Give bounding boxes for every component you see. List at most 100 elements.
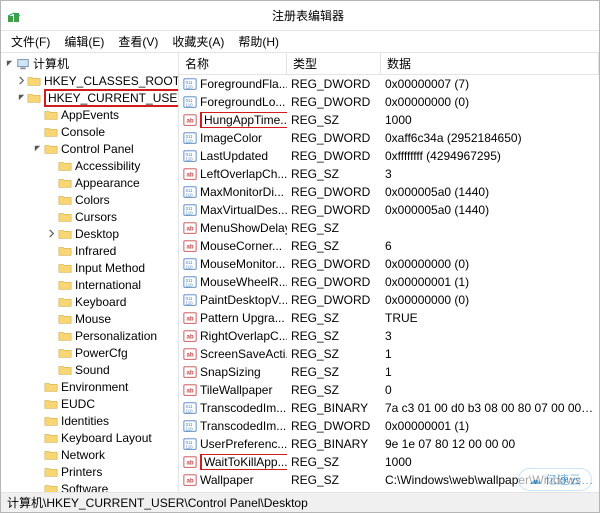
list-row[interactable]: 011110MouseMonitor...REG_DWORD0x00000000…: [179, 255, 599, 273]
chevron-right-icon[interactable]: [31, 126, 43, 138]
tree-item[interactable]: International: [45, 276, 178, 293]
list-row[interactable]: abTileWallpaperREG_SZ0: [179, 381, 599, 399]
tree-item[interactable]: Console: [31, 123, 178, 140]
list-row[interactable]: 011110TranscodedIm...REG_BINARY7a c3 01 …: [179, 399, 599, 417]
list-row[interactable]: abMenuShowDelayREG_SZ: [179, 219, 599, 237]
list-header[interactable]: 名称 类型 数据: [179, 53, 599, 75]
svg-text:ab: ab: [187, 370, 194, 377]
menu-item[interactable]: 编辑(E): [58, 31, 110, 52]
tree-item[interactable]: Environment: [31, 378, 178, 395]
tree-item[interactable]: Cursors: [45, 208, 178, 225]
chevron-right-icon[interactable]: [45, 262, 57, 274]
chevron-right-icon[interactable]: [31, 381, 43, 393]
chevron-right-icon[interactable]: [45, 160, 57, 172]
list-row[interactable]: 011110TranscodedIm...REG_DWORD0x00000001…: [179, 417, 599, 435]
list-row[interactable]: 011110UserPreferenc...REG_BINARY9e 1e 07…: [179, 435, 599, 453]
tree-label: Control Panel: [61, 142, 134, 156]
menu-item[interactable]: 文件(F): [5, 31, 56, 52]
chevron-right-icon[interactable]: [45, 347, 57, 359]
tree-label: Network: [61, 448, 105, 462]
chevron-right-icon[interactable]: [45, 296, 57, 308]
list-row[interactable]: abLeftOverlapCh...REG_SZ3: [179, 165, 599, 183]
chevron-right-icon[interactable]: [45, 228, 57, 240]
chevron-right-icon[interactable]: [45, 279, 57, 291]
chevron-down-icon[interactable]: [31, 143, 43, 155]
col-header-name[interactable]: 名称: [179, 53, 287, 74]
tree-item[interactable]: Keyboard: [45, 293, 178, 310]
tree-item[interactable]: Keyboard Layout: [31, 429, 178, 446]
chevron-right-icon[interactable]: [31, 483, 43, 493]
tree-item[interactable]: Input Method: [45, 259, 178, 276]
value-type: REG_SZ: [287, 329, 381, 343]
folder-icon: [44, 482, 58, 493]
list-row[interactable]: abScreenSaveActi...REG_SZ1: [179, 345, 599, 363]
chevron-right-icon[interactable]: [17, 75, 26, 87]
tree-item[interactable]: AppEvents: [31, 106, 178, 123]
tree-item[interactable]: Sound: [45, 361, 178, 378]
list-row[interactable]: abSnapSizingREG_SZ1: [179, 363, 599, 381]
tree-item[interactable]: Printers: [31, 463, 178, 480]
string-value-icon: ab: [183, 221, 197, 235]
value-type: REG_DWORD: [287, 275, 381, 289]
menu-item[interactable]: 收藏夹(A): [166, 31, 230, 52]
tree-item[interactable]: Appearance: [45, 174, 178, 191]
titlebar[interactable]: 注册表编辑器: [1, 1, 599, 31]
chevron-right-icon[interactable]: [31, 109, 43, 121]
tree-item[interactable]: Mouse: [45, 310, 178, 327]
tree-item[interactable]: Personalization: [45, 327, 178, 344]
tree-panel[interactable]: 计算机HKEY_CLASSES_ROOTHKEY_CURRENT_USERApp…: [1, 53, 179, 492]
chevron-right-icon[interactable]: [45, 330, 57, 342]
list-row[interactable]: 011110ForegroundLo...REG_DWORD0x00000000…: [179, 93, 599, 111]
svg-text:ab: ab: [187, 244, 194, 251]
chevron-down-icon[interactable]: [3, 58, 15, 70]
tree-item[interactable]: Software: [31, 480, 178, 492]
list-row[interactable]: 011110ForegroundFla...REG_DWORD0x0000000…: [179, 75, 599, 93]
chevron-right-icon[interactable]: [45, 245, 57, 257]
col-header-data[interactable]: 数据: [381, 53, 599, 74]
tree-item[interactable]: Identities: [31, 412, 178, 429]
chevron-right-icon[interactable]: [45, 194, 57, 206]
value-name: PaintDesktopV...: [200, 293, 287, 307]
list-row[interactable]: 011110LastUpdatedREG_DWORD0xffffffff (42…: [179, 147, 599, 165]
col-header-type[interactable]: 类型: [287, 53, 381, 74]
list-row[interactable]: abRightOverlapC...REG_SZ3: [179, 327, 599, 345]
list-row[interactable]: 011110MouseWheelR...REG_DWORD0x00000001 …: [179, 273, 599, 291]
string-value-icon: ab: [183, 473, 197, 487]
list-row[interactable]: 011110PaintDesktopV...REG_DWORD0x0000000…: [179, 291, 599, 309]
list-row[interactable]: abPattern Upgra...REG_SZTRUE: [179, 309, 599, 327]
chevron-right-icon[interactable]: [45, 177, 57, 189]
tree-item[interactable]: EUDC: [31, 395, 178, 412]
chevron-right-icon[interactable]: [45, 313, 57, 325]
list-row[interactable]: abHungAppTime...REG_SZ1000: [179, 111, 599, 129]
menu-item[interactable]: 帮助(H): [232, 31, 285, 52]
tree-item[interactable]: HKEY_CURRENT_USER: [17, 89, 178, 106]
tree-item[interactable]: Colors: [45, 191, 178, 208]
tree-item[interactable]: Infrared: [45, 242, 178, 259]
chevron-right-icon[interactable]: [31, 466, 43, 478]
tree-item[interactable]: Desktop: [45, 225, 178, 242]
chevron-right-icon[interactable]: [31, 432, 43, 444]
chevron-down-icon[interactable]: [17, 92, 26, 104]
value-data: 0x00000000 (0): [381, 293, 599, 307]
tree-item[interactable]: HKEY_CLASSES_ROOT: [17, 72, 178, 89]
list-row[interactable]: abMouseCorner...REG_SZ6: [179, 237, 599, 255]
tree-item[interactable]: 计算机: [3, 55, 178, 72]
tree-item[interactable]: Control Panel: [31, 140, 178, 157]
chevron-right-icon[interactable]: [31, 398, 43, 410]
tree-item[interactable]: PowerCfg: [45, 344, 178, 361]
tree-item[interactable]: Accessibility: [45, 157, 178, 174]
chevron-right-icon[interactable]: [31, 415, 43, 427]
list-row[interactable]: 011110ImageColorREG_DWORD0xaff6c34a (295…: [179, 129, 599, 147]
chevron-right-icon[interactable]: [45, 364, 57, 376]
svg-text:110: 110: [186, 138, 194, 143]
menu-item[interactable]: 查看(V): [112, 31, 164, 52]
tree-item[interactable]: Network: [31, 446, 178, 463]
list-panel[interactable]: 名称 类型 数据 011110ForegroundFla...REG_DWORD…: [179, 53, 599, 492]
chevron-right-icon[interactable]: [45, 211, 57, 223]
value-name: ImageColor: [200, 131, 262, 145]
list-row[interactable]: 011110MaxMonitorDi...REG_DWORD0x000005a0…: [179, 183, 599, 201]
chevron-right-icon[interactable]: [31, 449, 43, 461]
list-row[interactable]: 011110MaxVirtualDes...REG_DWORD0x000005a…: [179, 201, 599, 219]
value-type: REG_DWORD: [287, 257, 381, 271]
binary-value-icon: 011110: [183, 203, 197, 217]
